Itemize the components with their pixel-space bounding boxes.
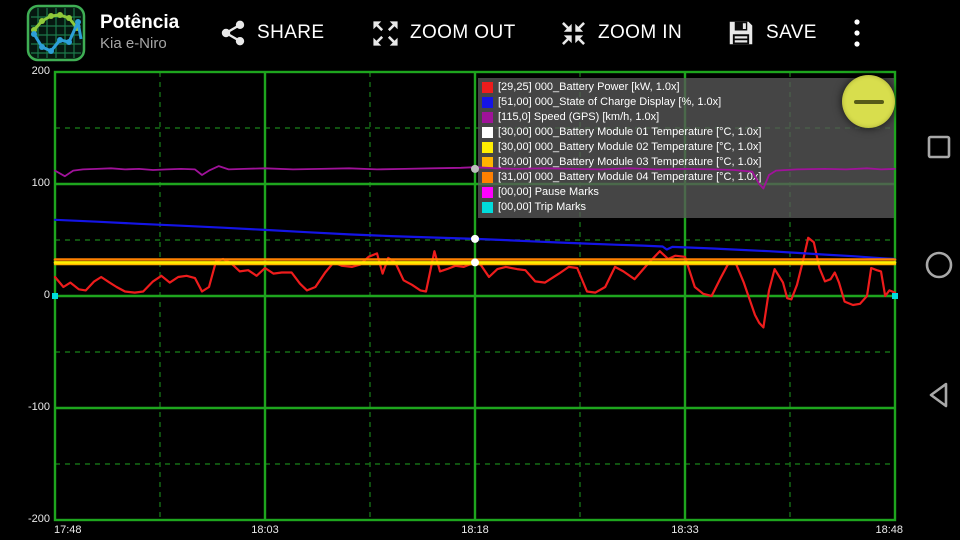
- zoom-in-label: ZOOM IN: [598, 22, 682, 44]
- legend-label: [30,00] 000_Battery Module 03 Temperatur…: [498, 155, 761, 170]
- legend-swatch: [482, 187, 493, 198]
- recents-square-icon: [926, 134, 952, 160]
- y-tick-label: -100: [10, 401, 50, 413]
- y-tick-label: 100: [10, 177, 50, 189]
- zoom-out-icon: [371, 19, 400, 48]
- legend-item: [29,25] 000_Battery Power [kW, 1.0x]: [478, 80, 894, 95]
- chart-plot-area[interactable]: 200 100 0 -100 -200 17:48 18:03 18:18 18:33 18:48…: [0, 0, 960, 540]
- legend-swatch: [482, 172, 493, 183]
- back-button[interactable]: [918, 374, 960, 416]
- zoom-in-icon: [559, 19, 588, 48]
- save-label: SAVE: [766, 22, 817, 44]
- app-icon: [26, 4, 86, 62]
- app-root: 200 100 0 -100 -200 17:48 18:03 18:18 18:33 18:48…: [0, 0, 960, 540]
- zoom-out-button[interactable]: ZOOM OUT: [371, 0, 516, 66]
- legend-swatch: [482, 82, 493, 93]
- legend-label: [00,00] Pause Marks: [498, 185, 599, 200]
- legend-item: [00,00] Trip Marks: [478, 200, 894, 215]
- legend-swatch: [482, 112, 493, 123]
- legend-swatch: [482, 202, 493, 213]
- legend-label: [00,00] Trip Marks: [498, 200, 586, 215]
- legend-swatch: [482, 157, 493, 168]
- overflow-menu-button[interactable]: [843, 0, 871, 66]
- save-icon: [726, 18, 756, 48]
- home-circle-icon: [924, 250, 954, 280]
- zoom-in-button[interactable]: ZOOM IN: [559, 0, 682, 66]
- title-block: Potência Kia e-Niro: [100, 12, 179, 54]
- legend-swatch: [482, 97, 493, 108]
- back-triangle-icon: [925, 380, 953, 410]
- legend-swatch: [482, 142, 493, 153]
- legend-label: [30,00] 000_Battery Module 02 Temperatur…: [498, 140, 761, 155]
- legend-item: [115,0] Speed (GPS) [km/h, 1.0x]: [478, 110, 894, 125]
- recents-button[interactable]: [918, 126, 960, 168]
- legend-item: [30,00] 000_Battery Module 02 Temperatur…: [478, 140, 894, 155]
- legend-label: [31,00] 000_Battery Module 04 Temperatur…: [498, 170, 761, 185]
- page-title: Potência: [100, 12, 179, 34]
- legend-label: [30,00] 000_Battery Module 01 Temperatur…: [498, 125, 761, 140]
- collapse-legend-button[interactable]: [842, 75, 895, 128]
- share-icon: [219, 19, 247, 47]
- legend-label: [115,0] Speed (GPS) [km/h, 1.0x]: [498, 110, 659, 125]
- legend-item: [30,00] 000_Battery Module 03 Temperatur…: [478, 155, 894, 170]
- minus-icon: [854, 100, 884, 104]
- share-button[interactable]: SHARE: [219, 0, 324, 66]
- legend-label: [51,00] 000_State of Charge Display [%, …: [498, 95, 721, 110]
- overflow-menu-icon: [853, 17, 861, 49]
- x-tick-label: 18:03: [241, 524, 289, 536]
- legend-item: [30,00] 000_Battery Module 01 Temperatur…: [478, 125, 894, 140]
- home-button[interactable]: [918, 244, 960, 286]
- x-tick-label: 17:48: [54, 524, 102, 536]
- y-tick-label: 200: [10, 65, 50, 77]
- x-tick-label: 18:48: [855, 524, 903, 536]
- legend-item: [31,00] 000_Battery Module 04 Temperatur…: [478, 170, 894, 185]
- page-subtitle: Kia e-Niro: [100, 34, 179, 54]
- legend-label: [29,25] 000_Battery Power [kW, 1.0x]: [498, 80, 680, 95]
- toolbar: Potência Kia e-Niro SHARE ZOOM: [0, 0, 960, 66]
- save-button[interactable]: SAVE: [726, 0, 817, 66]
- legend-item: [51,00] 000_State of Charge Display [%, …: [478, 95, 894, 110]
- legend-item: [00,00] Pause Marks: [478, 185, 894, 200]
- y-tick-label: 0: [10, 289, 50, 301]
- y-tick-label: -200: [10, 513, 50, 525]
- x-tick-label: 18:33: [661, 524, 709, 536]
- android-nav-bar: [918, 66, 960, 540]
- legend-swatch: [482, 127, 493, 138]
- share-label: SHARE: [257, 22, 324, 44]
- x-tick-label: 18:18: [451, 524, 499, 536]
- zoom-out-label: ZOOM OUT: [410, 22, 516, 44]
- chart-legend: [29,25] 000_Battery Power [kW, 1.0x][51,…: [478, 78, 894, 218]
